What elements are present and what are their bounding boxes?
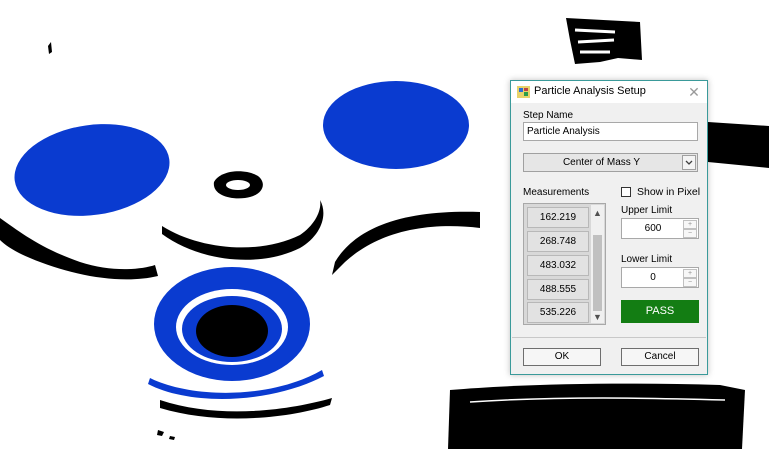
spin-up-icon[interactable]: + [683, 220, 697, 229]
step-name-label: Step Name [523, 110, 574, 121]
scroll-down-arrow-icon[interactable]: ▼ [591, 311, 604, 323]
measurement-type-select[interactable]: Center of Mass Y [523, 153, 698, 172]
upper-limit-label: Upper Limit [621, 205, 673, 216]
measurement-type-value: Center of Mass Y [562, 157, 641, 168]
bottom-right-object [448, 383, 745, 449]
lower-limit-value[interactable]: 0 [622, 272, 684, 283]
scroll-up-arrow-icon[interactable]: ▲ [591, 207, 604, 219]
ok-button[interactable]: OK [523, 348, 601, 366]
result-status-badge: PASS [621, 300, 699, 323]
spinner-edge-right [332, 211, 480, 275]
cancel-button[interactable]: Cancel [621, 348, 699, 366]
close-icon[interactable]: ✕ [685, 83, 703, 101]
list-item[interactable]: 535.226 [527, 302, 589, 323]
spin-down-icon[interactable]: − [683, 229, 697, 238]
list-item[interactable]: 488.555 [527, 279, 589, 300]
dialog-title: Particle Analysis Setup [534, 85, 646, 97]
app-icon [517, 86, 530, 98]
measurements-label: Measurements [523, 187, 590, 198]
spinner-edge-left [0, 218, 158, 280]
upper-limit-value[interactable]: 600 [622, 223, 684, 234]
step-name-field[interactable]: Particle Analysis [523, 122, 698, 141]
right-bar-object [708, 122, 769, 168]
spinner-left-cap [14, 124, 170, 216]
ink-mark [48, 42, 52, 54]
list-item[interactable]: 162.219 [527, 207, 589, 228]
measurements-list[interactable]: 162.219 268.748 483.032 488.555 535.226 … [523, 203, 606, 325]
spinner-edge-center [162, 200, 324, 260]
upper-limit-stepper[interactable]: 600 + − [621, 218, 699, 239]
list-item[interactable]: 268.748 [527, 231, 589, 252]
lower-limit-label: Lower Limit [621, 254, 673, 265]
measurements-scrollbar[interactable]: ▲ ▼ [591, 205, 604, 323]
spinner-right-cap [323, 81, 469, 169]
spin-down-icon[interactable]: − [683, 278, 697, 287]
spin-up-icon[interactable]: + [683, 269, 697, 278]
list-item[interactable]: 483.032 [527, 255, 589, 276]
divider [512, 337, 706, 338]
lower-limit-stepper[interactable]: 0 + − [621, 267, 699, 288]
show-in-pixel-label: Show in Pixel [637, 186, 701, 198]
spinner-bearing [196, 305, 268, 357]
scrollbar-thumb[interactable] [593, 235, 602, 311]
spinner-center-hole-inner [226, 180, 250, 190]
show-in-pixel-checkbox[interactable] [621, 187, 631, 197]
particle-analysis-dialog: Particle Analysis Setup ✕ Step Name Part… [510, 80, 708, 375]
dialog-titlebar[interactable]: Particle Analysis Setup ✕ [511, 81, 707, 103]
chevron-down-icon[interactable] [682, 155, 696, 170]
